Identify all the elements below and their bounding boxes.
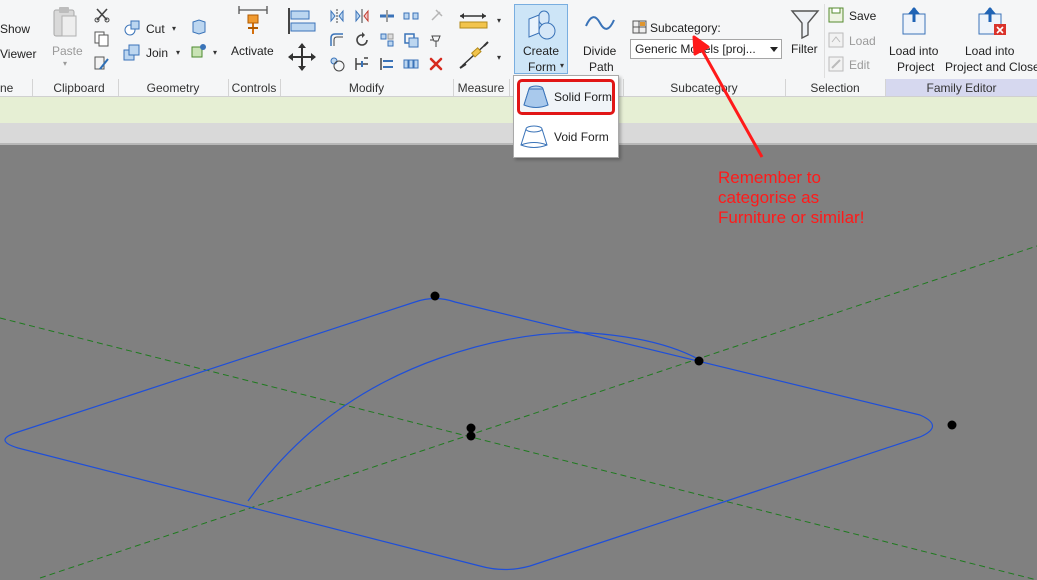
annotation-line-1: Remember to xyxy=(718,168,821,187)
annotation-note: Remember to categorise as Furniture or s… xyxy=(718,168,918,228)
annotation-arrow xyxy=(692,35,764,158)
annotation-arrow-layer xyxy=(692,35,764,158)
annotation-line-3: Furniture or similar! xyxy=(718,208,865,227)
annotation-line-2: categorise as xyxy=(718,188,820,207)
